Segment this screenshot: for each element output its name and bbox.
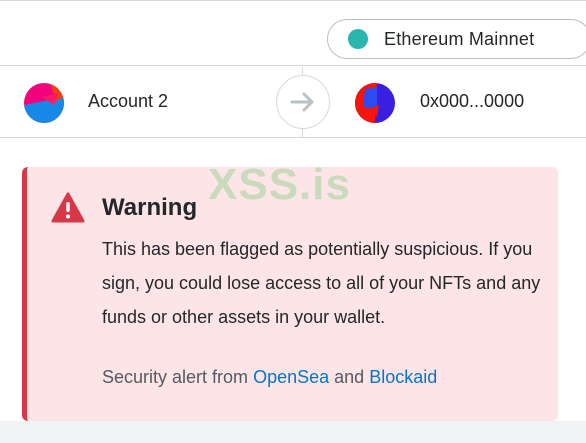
alert-title: Warning — [102, 194, 198, 221]
warning-triangle-icon — [51, 192, 85, 223]
footer-band — [0, 421, 586, 443]
network-selector-button[interactable]: Ethereum Mainnet — [327, 19, 586, 59]
network-label: Ethereum Mainnet — [384, 28, 535, 49]
to-account-avatar[interactable] — [355, 83, 395, 123]
from-account-avatar[interactable] — [24, 83, 64, 123]
watermark-text: XSS.is — [208, 160, 351, 209]
alert-message: This has been flagged as potentially sus… — [102, 239, 541, 327]
blockaid-link[interactable]: Blockaid — [369, 367, 437, 387]
to-account-address[interactable]: 0x000...0000 — [420, 91, 524, 112]
alert-source-prefix: Security alert from — [102, 367, 249, 387]
opensea-link[interactable]: OpenSea — [253, 367, 329, 387]
account-transfer-row: Account 2 0x000...0000 — [0, 67, 586, 138]
alert-source-and: and — [334, 367, 365, 387]
arrow-right-icon — [276, 75, 330, 129]
alert-source: Security alert from OpenSea and Blockaid — [102, 367, 437, 388]
from-account-name[interactable]: Account 2 — [88, 91, 168, 112]
header-bar: Ethereum Mainnet — [0, 0, 586, 66]
network-status-dot — [348, 29, 368, 49]
